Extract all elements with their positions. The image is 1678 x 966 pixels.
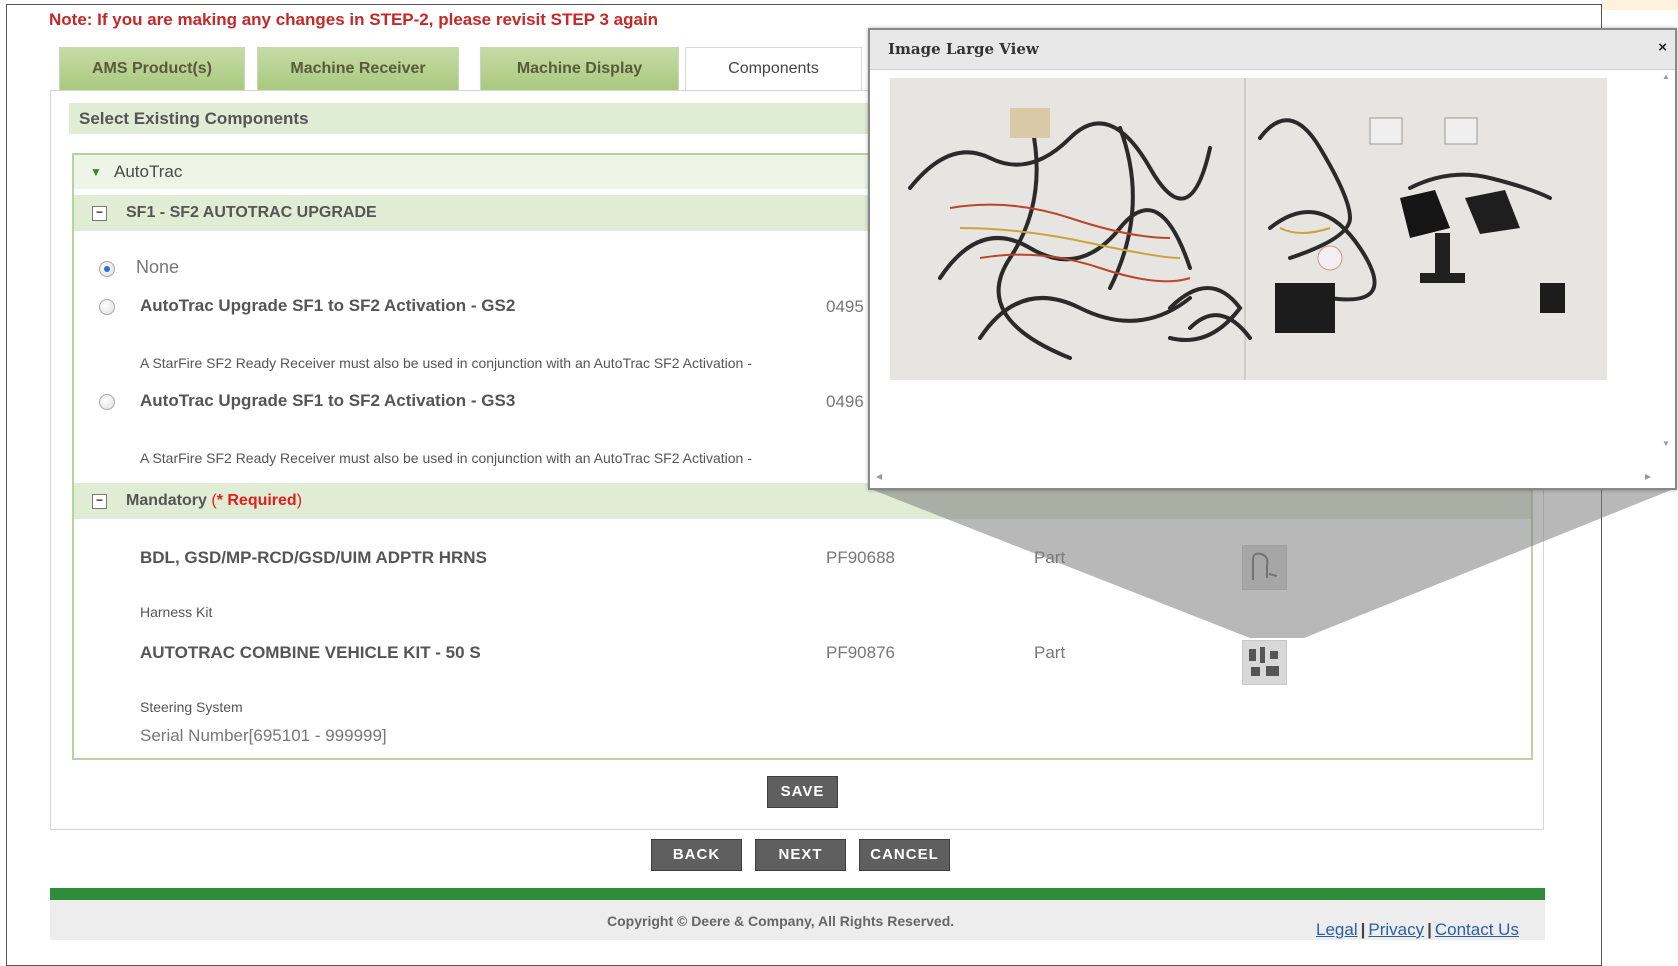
- dialog-horizontal-scrollbar[interactable]: ◀ ▶: [872, 470, 1657, 484]
- radio-gs3[interactable]: [99, 394, 115, 410]
- radio-gs2[interactable]: [99, 299, 115, 315]
- mandatory-item-2-serial: Serial Number[695101 - 999999]: [140, 726, 387, 745]
- back-button[interactable]: BACK: [651, 839, 742, 871]
- mandatory-title: Mandatory: [126, 492, 207, 509]
- collapse-icon[interactable]: −: [92, 206, 107, 221]
- mandatory-item-1-name: BDL, GSD/MP-RCD/GSD/UIM ADPTR HRNS: [140, 548, 487, 567]
- tab-ams-products[interactable]: AMS Product(s): [59, 47, 245, 90]
- tab-machine-display[interactable]: Machine Display: [480, 47, 679, 90]
- step-note: Note: If you are making any changes in S…: [49, 10, 659, 29]
- scroll-up-icon[interactable]: ▲: [1662, 72, 1670, 81]
- close-icon[interactable]: ×: [1658, 39, 1667, 56]
- mandatory-item-2-type: Part: [1034, 643, 1066, 662]
- privacy-link[interactable]: Privacy: [1368, 920, 1424, 939]
- contact-us-link[interactable]: Contact Us: [1435, 920, 1519, 939]
- image-large-view-dialog: Image Large View × ▲ ▼ ◀ ▶: [868, 28, 1677, 490]
- option-gs2-label: AutoTrac Upgrade SF1 to SF2 Activation -…: [140, 296, 516, 315]
- scroll-right-icon[interactable]: ▶: [1645, 472, 1651, 481]
- footer-links: Legal | Privacy | Contact Us: [1316, 920, 1519, 940]
- dialog-title: Image Large View: [888, 40, 1039, 58]
- save-button[interactable]: SAVE: [767, 776, 838, 808]
- copyright-text: Copyright © Deere & Company, All Rights …: [607, 913, 955, 929]
- radio-none[interactable]: [99, 261, 115, 277]
- footer-green-bar: [50, 888, 1545, 900]
- option-gs2-desc: A StarFire SF2 Ready Receiver must also …: [140, 355, 752, 371]
- tab-machine-receiver[interactable]: Machine Receiver: [257, 47, 459, 90]
- next-button[interactable]: NEXT: [755, 839, 846, 871]
- dialog-header: Image Large View ×: [870, 30, 1675, 70]
- dialog-vertical-scrollbar[interactable]: ▲ ▼: [1659, 70, 1673, 470]
- cancel-button[interactable]: CANCEL: [859, 839, 950, 871]
- triangle-down-icon: ▼: [90, 165, 102, 179]
- mandatory-item-1-part: PF90688: [826, 548, 895, 567]
- top-right-strip: [1602, 0, 1678, 10]
- mandatory-item-1-type: Part: [1034, 548, 1066, 567]
- option-gs3-label: AutoTrac Upgrade SF1 to SF2 Activation -…: [140, 391, 516, 410]
- mandatory-item-1-desc: Harness Kit: [140, 604, 213, 620]
- option-gs3-part: 0496: [826, 392, 864, 411]
- mandatory-item-2-part: PF90876: [826, 643, 895, 662]
- option-gs2-part: 0495: [826, 297, 864, 316]
- harness-thumbnail-image[interactable]: [1242, 545, 1287, 590]
- mandatory-item-2-desc: Steering System: [140, 699, 243, 715]
- mandatory-paren-open: (: [206, 492, 217, 509]
- group-title: AutoTrac: [114, 162, 183, 181]
- components-kit-photo: [890, 78, 1607, 380]
- tab-components[interactable]: Components: [685, 47, 862, 91]
- collapse-icon[interactable]: −: [92, 494, 107, 509]
- option-gs3-desc: A StarFire SF2 Ready Receiver must also …: [140, 450, 752, 466]
- legal-link[interactable]: Legal: [1316, 920, 1358, 939]
- required-label: * Required: [216, 492, 297, 509]
- vehicle-kit-thumbnail-image[interactable]: [1242, 640, 1287, 685]
- link-separator: |: [1360, 920, 1366, 939]
- mandatory-paren-close: ): [296, 492, 303, 509]
- scroll-left-icon[interactable]: ◀: [876, 472, 882, 481]
- link-separator: |: [1427, 920, 1432, 939]
- option-none-label: None: [136, 257, 180, 277]
- mandatory-item-2-name: AUTOTRAC COMBINE VEHICLE KIT - 50 S: [140, 643, 481, 662]
- subgroup-title: SF1 - SF2 AUTOTRAC UPGRADE: [126, 204, 377, 221]
- scroll-down-icon[interactable]: ▼: [1662, 439, 1670, 448]
